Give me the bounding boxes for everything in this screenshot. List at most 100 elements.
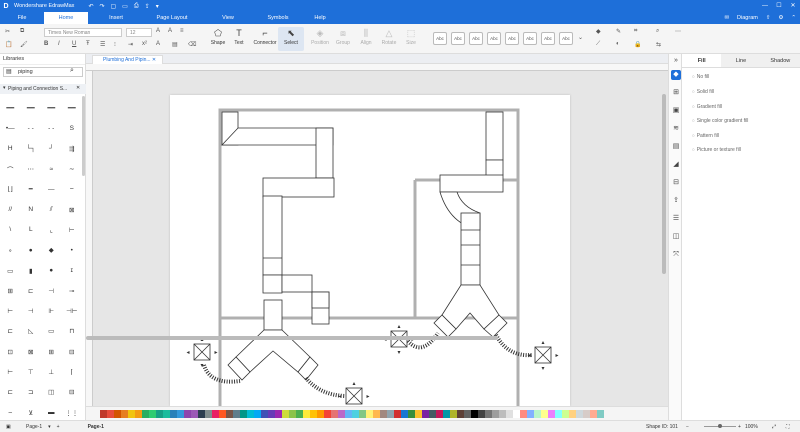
color-swatch[interactable] [373,409,380,418]
history-icon[interactable]: ◫ [671,232,681,242]
color-swatch[interactable] [562,409,569,418]
style-preset-5[interactable]: Abc [505,32,519,45]
color-swatch[interactable] [163,409,170,418]
color-swatch[interactable] [429,409,436,418]
fill-icon[interactable]: ◆ [596,28,601,35]
color-swatch[interactable] [394,409,401,418]
pipe-shape[interactable]: ▮ [23,267,39,275]
color-swatch[interactable] [254,409,261,418]
pipe-shape[interactable]: ɪ [64,267,80,274]
color-swatch[interactable] [534,409,541,418]
pipe-shape[interactable]: ⌊⌋ [2,185,18,193]
pipe-shape[interactable]: ⊐ [23,388,39,396]
color-swatch[interactable] [142,409,149,418]
pipe-shape[interactable]: ◺ [23,327,39,335]
style-preset-4[interactable]: Abc [487,32,501,45]
line-color-icon[interactable]: ✎ [616,28,621,35]
color-swatch[interactable] [226,409,233,418]
pipe-shape[interactable]: — [43,186,59,193]
tab-fill[interactable]: Fill [682,54,722,67]
indent-icon[interactable]: ⇥ [128,41,133,48]
pipe-shape[interactable]: ┘ [43,145,59,152]
pipe-shape[interactable]: ⊥ [43,368,59,376]
pipe-shape[interactable]: • [64,247,80,254]
pipe-shape[interactable]: // [2,206,18,213]
color-swatch[interactable] [261,409,268,418]
export-icon[interactable]: ⇪ [145,3,150,10]
pipe-shape[interactable]: \ [2,226,18,233]
page-layout-icon[interactable]: ▣ [6,424,11,430]
color-swatch[interactable] [135,409,142,418]
italic-icon[interactable]: I [58,41,60,47]
tab-help[interactable]: Help [300,12,340,24]
color-swatch[interactable] [352,409,359,418]
color-swatch[interactable] [177,409,184,418]
pipe-shape[interactable]: S [64,125,80,132]
zoom-in-icon[interactable]: + [738,424,741,430]
pipe-shape[interactable]: ⇶ [64,145,80,153]
color-swatch[interactable] [520,409,527,418]
fill-option-pattern[interactable]: Pattern fill [692,133,719,139]
pipe-shape[interactable]: ⊤ [23,368,39,376]
color-swatch[interactable] [555,409,562,418]
color-swatch[interactable] [541,409,548,418]
pipe-shape[interactable]: ⊠ [64,206,80,214]
zoom-out-icon[interactable]: − [686,424,689,430]
color-swatch[interactable] [513,409,520,418]
color-swatch[interactable] [331,409,338,418]
pipe-shape[interactable]: ⋮⋮ [64,409,80,417]
color-swatch[interactable] [212,409,219,418]
pipe-shape[interactable]: └┐ [23,145,39,152]
canvas-area[interactable]: ▴▾◂▸ ▴▾◂▸ ▴▾◂▸ ▴◂▸ [86,64,668,406]
pipe-shape[interactable]: - - [43,125,59,132]
color-swatch[interactable] [121,409,128,418]
more-icon[interactable]: ▾ [156,3,159,10]
decrease-font-icon[interactable]: A [168,28,172,34]
style-more-icon[interactable]: ⌄ [578,34,583,41]
pipe-shape[interactable]: ━ [23,185,39,193]
text-tool-button[interactable]: T Text [226,27,252,51]
pipe-shape[interactable]: ⊏ [2,327,18,335]
pipe-shape[interactable]: ⊢ [2,307,18,315]
fullscreen-mode-icon[interactable]: ⛶ [786,424,790,430]
fit-page-icon[interactable]: ⤢ [772,424,776,430]
color-swatch[interactable] [359,409,366,418]
fill-option-single-gradient[interactable]: Single color gradient fill [692,118,749,124]
pipe-shape[interactable]: ⊸ [64,287,80,295]
color-swatch[interactable] [247,409,254,418]
color-swatch[interactable] [401,409,408,418]
color-swatch[interactable] [590,409,597,418]
style-preset-1[interactable]: Abc [433,32,447,45]
pipe-shape[interactable]: ⊡ [2,348,18,356]
color-swatch[interactable] [471,409,478,418]
size-button[interactable]: ⬚ Size [398,27,424,51]
zoom-level[interactable]: 100% [745,424,758,430]
color-swatch[interactable] [527,409,534,418]
tab-file[interactable]: File [0,12,44,24]
lock-icon[interactable]: 🔒 [634,41,641,48]
pipe-shape[interactable]: ≈ [43,166,59,173]
color-swatch[interactable] [289,409,296,418]
color-swatch[interactable] [317,409,324,418]
search-icon[interactable]: ⌕ [70,67,74,75]
color-swatch[interactable] [100,409,107,418]
layers-icon[interactable]: ≋ [671,124,681,134]
numbered-list-icon[interactable]: ⁝ [114,41,116,48]
open-folder-icon[interactable]: ▭ [122,3,128,10]
font-color-icon[interactable]: A [156,41,160,47]
pipe-shape[interactable]: ⊞ [43,348,59,356]
fill-panel-icon[interactable]: ◆ [671,70,681,80]
style-preset-7[interactable]: Abc [541,32,555,45]
tab-insert[interactable]: Insert [88,12,144,24]
current-page-label[interactable]: Page-1 [88,424,104,430]
color-swatch[interactable] [576,409,583,418]
color-swatch[interactable] [240,409,247,418]
replace-icon[interactable]: ⇆ [656,41,661,48]
pipe-shape[interactable]: L [23,226,39,233]
pipe-shape[interactable]: ━━ [2,104,18,112]
tab-symbols[interactable]: Symbols [256,12,300,24]
table-icon[interactable]: ⊟ [671,178,681,188]
color-swatch[interactable] [303,409,310,418]
color-swatch[interactable] [149,409,156,418]
color-swatch[interactable] [478,409,485,418]
